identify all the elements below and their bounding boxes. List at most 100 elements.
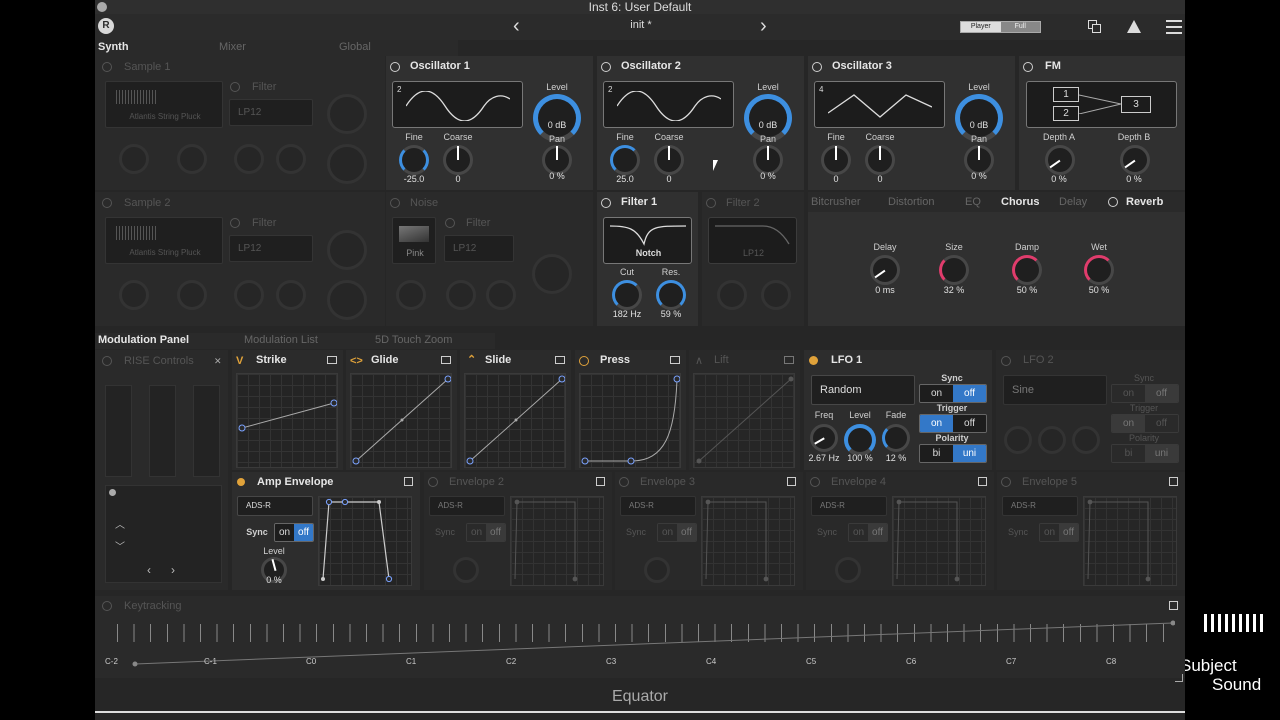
env4-sync-on[interactable]: on: [849, 524, 868, 541]
env2-graph[interactable]: [510, 496, 604, 586]
rise-link-icon[interactable]: ✕: [214, 356, 222, 367]
env2-mode-select[interactable]: ADS-R: [429, 496, 505, 516]
chevron-up-icon[interactable]: ︿: [115, 516, 125, 531]
press-curve-graph[interactable]: [579, 373, 681, 468]
lfo2-sync-on[interactable]: on: [1112, 385, 1145, 402]
expand-icon[interactable]: [787, 477, 796, 486]
menu-icon[interactable]: [1166, 20, 1182, 34]
env4-graph[interactable]: [892, 496, 986, 586]
sample1-knob[interactable]: [327, 94, 367, 134]
sample1-knob[interactable]: [327, 144, 367, 184]
amp-sync-toggle[interactable]: on off: [274, 523, 314, 542]
lfo2-trigger-off[interactable]: off: [1145, 415, 1178, 432]
fx-tab-bitcrusher[interactable]: Bitcrusher: [811, 196, 861, 208]
rise-slider-1[interactable]: [105, 385, 132, 477]
osc2-waveform-select[interactable]: 2: [603, 81, 734, 128]
amp-sync-off[interactable]: off: [294, 524, 313, 541]
tab-modulation-list[interactable]: Modulation List: [244, 334, 318, 346]
strike-curve-graph[interactable]: [236, 373, 338, 468]
roli-logo-icon[interactable]: R: [98, 18, 114, 34]
sample1-knob[interactable]: [234, 144, 264, 174]
lfo1-freq-knob[interactable]: [810, 424, 838, 452]
sample2-sample-select[interactable]: Atlantis String Pluck: [105, 217, 223, 264]
env2-sync-on[interactable]: on: [467, 524, 486, 541]
fm-power-toggle[interactable]: [1023, 62, 1033, 72]
noise-power-toggle[interactable]: [390, 198, 400, 208]
noise-knob[interactable]: [486, 280, 516, 310]
window-copy-icon[interactable]: [1088, 20, 1102, 34]
sample2-filter-power[interactable]: [230, 218, 240, 228]
lfo1-shape-select[interactable]: Random: [811, 375, 915, 405]
lfo2-knob[interactable]: [1072, 426, 1100, 454]
expand-icon[interactable]: [670, 356, 680, 364]
env5-sync-toggle[interactable]: on off: [1039, 523, 1079, 542]
osc2-power-toggle[interactable]: [601, 62, 611, 72]
chorus-damp-knob[interactable]: [1012, 255, 1042, 285]
lfo1-trigger-toggle[interactable]: on off: [919, 414, 987, 433]
sample2-power-toggle[interactable]: [102, 198, 112, 208]
osc3-power-toggle[interactable]: [812, 62, 822, 72]
tab-modulation-panel[interactable]: Modulation Panel: [98, 334, 189, 346]
expand-icon[interactable]: [784, 356, 794, 364]
noise-knob[interactable]: [396, 280, 426, 310]
expand-icon[interactable]: [441, 356, 451, 364]
sample2-knob[interactable]: [327, 230, 367, 270]
filter2-power-toggle[interactable]: [706, 198, 716, 208]
rise-xy-pad[interactable]: ︿ ﹀ ‹ ›: [105, 485, 222, 583]
chorus-delay-knob[interactable]: [870, 255, 900, 285]
prev-preset-button[interactable]: ‹: [513, 15, 520, 38]
lfo2-polarity-uni[interactable]: uni: [1145, 445, 1178, 462]
filter1-power-toggle[interactable]: [601, 198, 611, 208]
lfo1-sync-toggle[interactable]: on off: [919, 384, 987, 403]
sample2-knob[interactable]: [234, 280, 264, 310]
sample1-filter-power[interactable]: [230, 82, 240, 92]
sample2-knob[interactable]: [327, 280, 367, 320]
sample1-filter-select[interactable]: LP12: [229, 99, 313, 126]
env2-sync-toggle[interactable]: on off: [466, 523, 506, 542]
osc2-coarse-knob[interactable]: [654, 145, 684, 175]
env4-level-knob[interactable]: [835, 557, 861, 583]
tab-5d-touch-zoom[interactable]: 5D Touch Zoom: [375, 334, 452, 346]
next-preset-button[interactable]: ›: [760, 15, 767, 38]
env5-graph[interactable]: [1083, 496, 1177, 586]
glide-curve-graph[interactable]: [350, 373, 452, 468]
fm-routing-select[interactable]: 1 2 3: [1026, 81, 1177, 128]
expand-icon[interactable]: [555, 356, 565, 364]
lfo1-polarity-bi[interactable]: bi: [920, 445, 953, 462]
fm-depth-b-knob[interactable]: [1120, 145, 1150, 175]
noise-knob[interactable]: [532, 254, 572, 294]
fx-tab-reverb[interactable]: Reverb: [1126, 196, 1163, 208]
lfo1-polarity-uni[interactable]: uni: [953, 445, 986, 462]
env3-power-toggle[interactable]: [619, 477, 629, 487]
noise-filter-power[interactable]: [445, 218, 455, 228]
filter2-knob[interactable]: [717, 280, 747, 310]
osc1-fine-knob[interactable]: [399, 145, 429, 175]
slide-curve-graph[interactable]: [464, 373, 566, 468]
sample1-knob[interactable]: [276, 144, 306, 174]
sample1-knob[interactable]: [119, 144, 149, 174]
press-power-toggle[interactable]: [579, 356, 589, 366]
env3-level-knob[interactable]: [644, 557, 670, 583]
chorus-wet-knob[interactable]: [1084, 255, 1114, 285]
lift-curve-graph[interactable]: [693, 373, 795, 468]
lfo1-trigger-off[interactable]: off: [953, 415, 986, 432]
env4-sync-toggle[interactable]: on off: [848, 523, 888, 542]
lfo1-trigger-on[interactable]: on: [920, 415, 953, 432]
expand-icon[interactable]: [327, 356, 337, 364]
env2-sync-off[interactable]: off: [486, 524, 505, 541]
lfo1-fade-knob[interactable]: [882, 424, 910, 452]
osc3-coarse-knob[interactable]: [865, 145, 895, 175]
env5-mode-select[interactable]: ADS-R: [1002, 496, 1078, 516]
env4-mode-select[interactable]: ADS-R: [811, 496, 887, 516]
tab-synth[interactable]: Synth: [98, 41, 129, 53]
rise-slider-3[interactable]: [193, 385, 220, 477]
fx-tab-eq[interactable]: EQ: [965, 196, 981, 208]
filter2-type-select[interactable]: LP12: [708, 217, 797, 264]
amp-envelope-graph[interactable]: [318, 496, 412, 586]
expand-icon[interactable]: [596, 477, 605, 486]
filter1-type-select[interactable]: Notch: [603, 217, 692, 264]
tab-mixer[interactable]: Mixer: [219, 41, 246, 53]
lfo2-polarity-bi[interactable]: bi: [1112, 445, 1145, 462]
fx-tab-delay[interactable]: Delay: [1059, 196, 1087, 208]
rise-slider-2[interactable]: [149, 385, 176, 477]
